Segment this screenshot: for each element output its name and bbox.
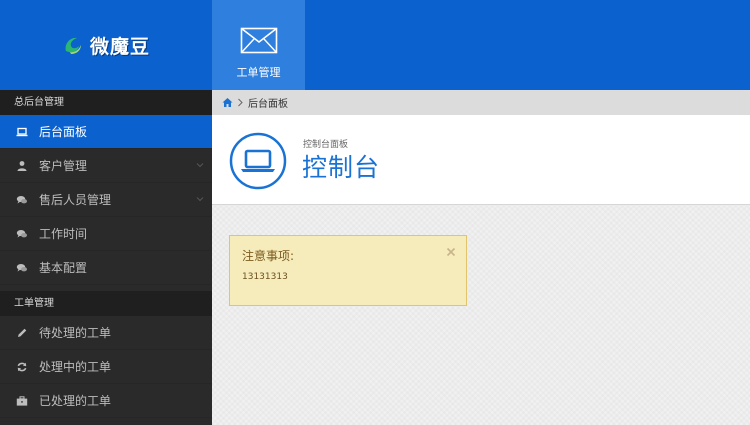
notice-body: 13131313 [242, 272, 288, 282]
chevron-down-icon[interactable] [196, 161, 204, 169]
laptop-icon [16, 126, 28, 138]
page-header: 控制台面板 控制台 [212, 115, 750, 205]
sidebar-section-title: 工单管理 [0, 291, 212, 316]
envelope-icon [240, 27, 277, 54]
notice-alert: 注意事项: 13131313 [229, 235, 467, 306]
pencil-icon [16, 327, 28, 339]
sidebar-item-label: 售后人员管理 [39, 193, 112, 207]
sidebar-item-after-sales-staff[interactable]: 售后人员管理 [0, 183, 212, 217]
chevron-right-icon [238, 98, 243, 107]
sidebar-item-dashboard[interactable]: 后台面板 [0, 115, 212, 149]
top-tab-label: 工单管理 [236, 66, 281, 79]
sidebar-item-label: 处理中的工单 [39, 360, 112, 374]
sidebar-item-processed-tickets[interactable]: 已处理的工单 [0, 384, 212, 418]
sidebar-item-working-hours[interactable]: 工作时间 [0, 217, 212, 251]
user-icon [16, 160, 28, 172]
comments-icon [16, 194, 28, 206]
sidebar-item-label: 基本配置 [39, 261, 88, 275]
top-tab-ticket-management[interactable]: 工单管理 [212, 0, 305, 90]
sidebar-item-processing-tickets[interactable]: 处理中的工单 [0, 350, 212, 384]
sidebar-item-pending-tickets[interactable]: 待处理的工单 [0, 316, 212, 350]
page-title: 控制台 [302, 153, 381, 182]
close-icon[interactable] [446, 247, 456, 257]
sidebar-item-customers[interactable]: 客户管理 [0, 149, 212, 183]
sidebar: 总后台管理 后台面板 客户管理 售后人员管理 工作时间 基本配置 工单管理 待处… [0, 90, 212, 425]
comments-icon [16, 262, 28, 274]
main-content: 注意事项: 13131313 [212, 206, 750, 425]
sidebar-item-label: 待处理的工单 [39, 326, 112, 340]
sidebar-item-basic-config[interactable]: 基本配置 [0, 251, 212, 285]
logo-swirl-icon [65, 37, 81, 54]
breadcrumb-current[interactable]: 后台面板 [248, 95, 288, 110]
breadcrumb: 后台面板 [212, 90, 750, 115]
brand-logo[interactable]: 微魔豆 [0, 0, 212, 90]
briefcase-icon [16, 395, 28, 407]
sidebar-item-label: 客户管理 [39, 159, 88, 173]
sidebar-item-label: 已处理的工单 [39, 394, 112, 408]
sidebar-section-title: 总后台管理 [0, 90, 212, 115]
comments-icon [16, 228, 28, 240]
refresh-icon [16, 361, 28, 373]
sidebar-item-label: 后台面板 [39, 125, 88, 139]
notice-title: 注意事项: [242, 249, 295, 263]
brand-name: 微魔豆 [89, 35, 150, 58]
home-icon[interactable] [222, 97, 233, 108]
sidebar-item-label: 工作时间 [39, 227, 88, 241]
chevron-down-icon[interactable] [196, 195, 204, 203]
laptop-icon [229, 132, 287, 190]
top-header: 微魔豆 工单管理 [0, 0, 750, 90]
